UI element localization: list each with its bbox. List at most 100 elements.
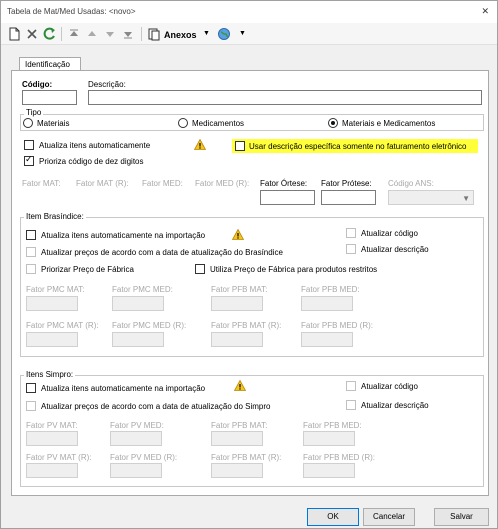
simpro-atualizar-codigo-checkbox[interactable]: [346, 381, 356, 391]
usar-descricao-checkbox[interactable]: [235, 141, 245, 151]
fator-pv-med-r-input[interactable]: [110, 463, 162, 478]
move-first-icon[interactable]: [67, 27, 81, 41]
warning-icon: [194, 139, 206, 150]
fator-pv-med-label: Fator PV MED:: [110, 421, 164, 430]
simpro-fator-pfb-mat-r-label: Fator PFB MAT (R):: [211, 453, 282, 462]
priorizar-preco-label: Priorizar Preço de Fábrica: [41, 265, 134, 274]
simpro-fator-pfb-med-input[interactable]: [303, 431, 355, 446]
radio-materiais-medicamentos[interactable]: [328, 118, 338, 128]
fator-pmc-med-r-input[interactable]: [112, 332, 164, 347]
brasindice-title: Item Brasíndice:: [24, 212, 86, 221]
identificacao-panel: Código: Descrição: Tipo Materiais Medica…: [11, 70, 489, 496]
fator-pfb-mat-label: Fator PFB MAT:: [211, 285, 268, 294]
fator-pmc-mat-label: Fator PMC MAT:: [26, 285, 85, 294]
simpro-atualizar-precos-label: Atualizar preços de acordo com a data de…: [41, 402, 271, 411]
fator-pv-med-r-label: Fator PV MED (R):: [110, 453, 178, 462]
attachment-icon[interactable]: [147, 27, 161, 41]
prioriza-codigo-checkbox[interactable]: [24, 154, 34, 166]
fator-mat-r-label: Fator MAT (R):: [76, 179, 129, 188]
fator-pv-mat-r-input[interactable]: [26, 463, 78, 478]
move-down-icon[interactable]: [103, 27, 117, 41]
new-document-icon[interactable]: [7, 27, 21, 41]
fator-pfb-mat-input[interactable]: [211, 296, 263, 311]
simpro-atualiza-checkbox[interactable]: [26, 383, 36, 393]
move-last-icon[interactable]: [121, 27, 135, 41]
brasindice-atualizar-descricao-checkbox[interactable]: [346, 244, 356, 254]
globe-icon[interactable]: [217, 27, 231, 41]
brasindice-atualiza-checkbox[interactable]: [26, 230, 36, 240]
fator-pfb-mat-r-label: Fator PFB MAT (R):: [211, 321, 282, 330]
toolbar-separator: [141, 27, 142, 41]
radio-medicamentos-label: Medicamentos: [192, 119, 245, 128]
cancelar-button[interactable]: Cancelar: [363, 508, 415, 526]
descricao-label: Descrição:: [88, 80, 126, 89]
codigo-input[interactable]: [22, 90, 77, 105]
brasindice-atualiza-label: Atualiza itens automaticamente na import…: [41, 231, 206, 240]
simpro-atualizar-codigo-label: Atualizar código: [361, 382, 418, 391]
fator-pmc-med-r-label: Fator PMC MED (R):: [112, 321, 187, 330]
simpro-fator-pfb-med-r-input[interactable]: [303, 463, 355, 478]
simpro-atualizar-descricao-checkbox[interactable]: [346, 400, 356, 410]
toolbar: Anexos ▼ ▼: [1, 23, 497, 45]
close-icon[interactable]: ✕: [481, 6, 489, 17]
simpro-atualizar-descricao-label: Atualizar descrição: [361, 401, 429, 410]
brasindice-atualizar-precos-checkbox[interactable]: [26, 247, 36, 257]
priorizar-preco-checkbox[interactable]: [26, 264, 36, 274]
salvar-button[interactable]: Salvar: [434, 508, 489, 526]
utiliza-preco-label: Utiliza Preço de Fábrica para produtos r…: [210, 265, 378, 274]
fator-pfb-mat-r-input[interactable]: [211, 332, 263, 347]
utiliza-preco-checkbox[interactable]: [195, 264, 205, 274]
move-up-icon[interactable]: [85, 27, 99, 41]
prioriza-codigo-label: Prioriza código de dez digitos: [39, 157, 144, 166]
refresh-icon[interactable]: [43, 27, 57, 41]
toolbar-separator: [61, 27, 62, 41]
anexos-menu[interactable]: Anexos: [164, 30, 197, 40]
fator-pv-mat-r-label: Fator PV MAT (R):: [26, 453, 92, 462]
simpro-fator-pfb-mat-input[interactable]: [211, 431, 263, 446]
window-title: Tabela de Mat/Med Usadas: <novo>: [7, 7, 136, 16]
tab-identificacao[interactable]: Identificação: [19, 57, 81, 71]
chevron-down-icon: ▼: [462, 194, 470, 203]
ok-button[interactable]: OK: [307, 508, 359, 526]
atualiza-itens-label: Atualiza itens automaticamente: [39, 141, 151, 150]
simpro-fator-pfb-mat-r-input[interactable]: [211, 463, 263, 478]
brasindice-atualizar-codigo-label: Atualizar código: [361, 229, 418, 238]
simpro-title: Itens Simpro:: [24, 370, 76, 379]
fator-pmc-med-input[interactable]: [112, 296, 164, 311]
simpro-atualizar-precos-checkbox[interactable]: [26, 401, 36, 411]
chevron-down-icon[interactable]: ▼: [239, 30, 246, 37]
warning-icon: [232, 229, 244, 240]
codigo-label: Código:: [22, 80, 53, 89]
simpro-fator-pfb-med-label: Fator PFB MED:: [303, 421, 362, 430]
codigo-ans-select[interactable]: ▼: [388, 190, 474, 205]
fator-pmc-mat-r-label: Fator PMC MAT (R):: [26, 321, 99, 330]
usar-descricao-label: Usar descrição específica somente no fat…: [249, 142, 467, 151]
fator-pfb-med-r-input[interactable]: [301, 332, 353, 347]
radio-materiais-medicamentos-label: Materiais e Medicamentos: [342, 119, 436, 128]
atualiza-itens-checkbox[interactable]: [24, 140, 34, 150]
radio-medicamentos[interactable]: [178, 118, 188, 128]
fator-protese-label: Fator Prótese:: [321, 179, 372, 188]
fator-pmc-mat-input[interactable]: [26, 296, 78, 311]
fator-pmc-med-label: Fator PMC MED:: [112, 285, 173, 294]
fator-pmc-mat-r-input[interactable]: [26, 332, 78, 347]
fator-pfb-med-input[interactable]: [301, 296, 353, 311]
simpro-fator-pfb-mat-label: Fator PFB MAT:: [211, 421, 268, 430]
fator-pv-mat-input[interactable]: [26, 431, 78, 446]
fator-pfb-med-label: Fator PFB MED:: [301, 285, 360, 294]
dialog-window: Tabela de Mat/Med Usadas: <novo> ✕ Anexo…: [0, 0, 498, 529]
fator-med-label: Fator MED:: [142, 179, 183, 188]
chevron-down-icon[interactable]: ▼: [203, 30, 210, 37]
fator-ortese-input[interactable]: [260, 190, 315, 205]
fator-med-r-label: Fator MED (R):: [195, 179, 250, 188]
brasindice-atualizar-descricao-label: Atualizar descrição: [361, 245, 429, 254]
descricao-input[interactable]: [88, 90, 482, 105]
delete-icon[interactable]: [25, 27, 39, 41]
fator-ortese-label: Fator Órtese:: [260, 179, 308, 188]
radio-materiais[interactable]: [23, 118, 33, 128]
brasindice-atualizar-codigo-checkbox[interactable]: [346, 228, 356, 238]
fator-pv-med-input[interactable]: [110, 431, 162, 446]
simpro-fator-pfb-med-r-label: Fator PFB MED (R):: [303, 453, 376, 462]
fator-protese-input[interactable]: [321, 190, 376, 205]
fator-pfb-med-r-label: Fator PFB MED (R):: [301, 321, 374, 330]
